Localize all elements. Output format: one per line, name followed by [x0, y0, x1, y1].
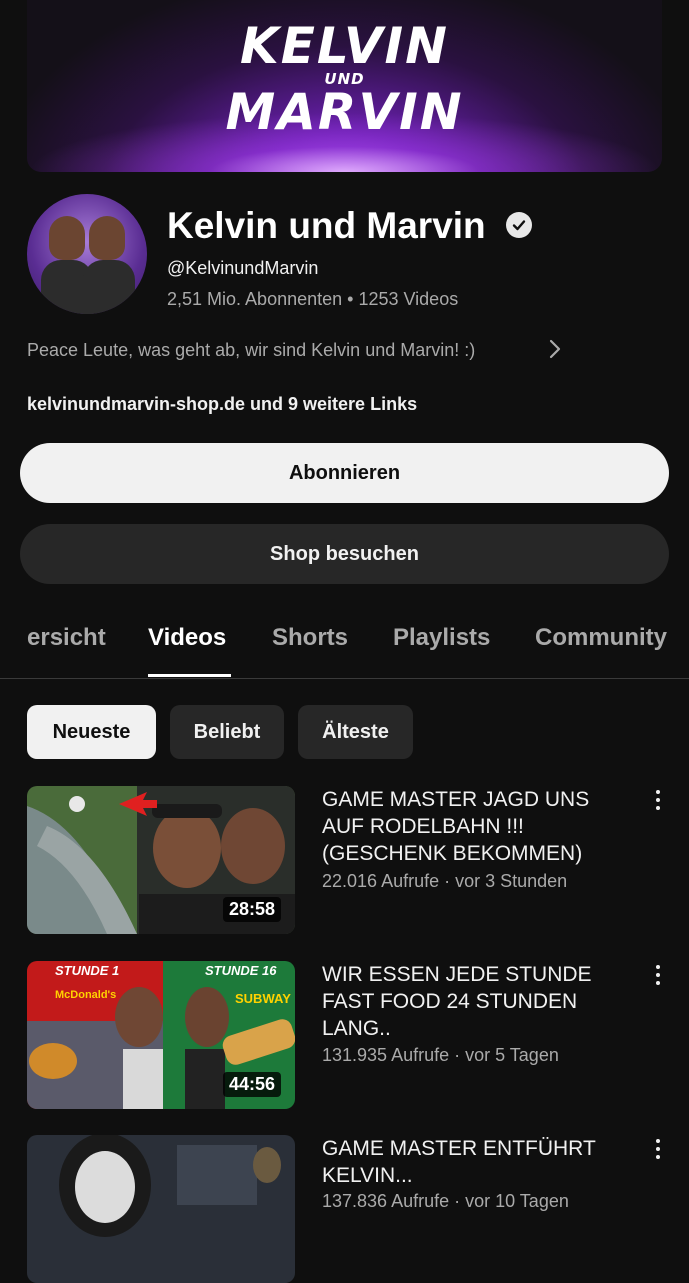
tab-overview[interactable]: ersicht	[27, 624, 106, 652]
video-meta: 137.836 Aufrufe · vor 10 Tagen	[322, 1191, 569, 1211]
video-item[interactable]: 28:58 GAME MASTER JAGD UNS AUF RODELBAHN…	[27, 786, 667, 936]
video-title[interactable]: GAME MASTER JAGD UNS AUF RODELBAHN !!! (…	[322, 786, 622, 867]
video-meta: 22.016 Aufrufe · vor 3 Stunden	[322, 871, 568, 891]
channel-tabs: ersicht Videos Shorts Playlists Communit…	[0, 600, 689, 679]
verified-badge-icon	[506, 212, 532, 238]
banner-logo: KELVIN UND MARVIN	[27, 17, 662, 141]
video-duration: 44:56	[222, 1072, 281, 1097]
more-vert-icon[interactable]	[651, 1139, 665, 1161]
thumb-label-left: STUNDE 1	[55, 963, 120, 978]
video-thumbnail[interactable]	[27, 1135, 295, 1283]
thumb-label-right: STUNDE 16	[205, 963, 277, 978]
tab-videos[interactable]: Videos	[148, 624, 226, 652]
active-tab-indicator	[148, 674, 231, 677]
banner-logo-line3: MARVIN	[225, 83, 464, 141]
channel-stats: 2,51 Mio. Abonnenten • 1253 Videos	[167, 289, 459, 309]
channel-description[interactable]: Peace Leute, was geht ab, wir sind Kelvi…	[27, 340, 475, 361]
avatar-person-right-head	[89, 216, 125, 260]
banner-logo-line1: KELVIN	[239, 17, 450, 75]
shop-button[interactable]: Shop besuchen	[20, 524, 669, 584]
more-vert-icon[interactable]	[651, 965, 665, 987]
channel-links[interactable]: kelvinundmarvin-shop.de und 9 weitere Li…	[27, 394, 417, 415]
subscribe-button[interactable]: Abonnieren	[20, 443, 669, 503]
channel-title: Kelvin und Marvin	[167, 205, 486, 246]
video-thumbnail[interactable]: 28:58	[27, 786, 295, 934]
video-item[interactable]: STUNDE 1 STUNDE 16 McDonald's SUBWAY 44:…	[27, 961, 667, 1111]
video-title[interactable]: WIR ESSEN JEDE STUNDE FAST FOOD 24 STUND…	[322, 961, 622, 1042]
channel-handle: @KelvinundMarvin	[167, 258, 319, 278]
thumb-brand-right: SUBWAY	[235, 991, 291, 1006]
chip-oldest[interactable]: Älteste	[298, 705, 413, 759]
tab-community[interactable]: Community	[535, 624, 667, 652]
video-title[interactable]: GAME MASTER ENTFÜHRT KELVIN...	[322, 1135, 622, 1189]
tab-playlists[interactable]: Playlists	[393, 624, 490, 652]
more-vert-icon[interactable]	[651, 790, 665, 812]
thumb-brand-left: McDonald's	[55, 989, 117, 1001]
thumbnail-image	[27, 1135, 295, 1283]
channel-avatar[interactable]	[27, 194, 147, 314]
chip-popular[interactable]: Beliebt	[170, 705, 284, 759]
chevron-right-icon[interactable]	[545, 337, 565, 366]
video-meta: 131.935 Aufrufe · vor 5 Tagen	[322, 1045, 559, 1065]
video-thumbnail[interactable]: STUNDE 1 STUNDE 16 McDonald's SUBWAY 44:…	[27, 961, 295, 1109]
avatar-person-left-head	[49, 216, 85, 260]
avatar-person-right-body	[83, 260, 135, 314]
channel-banner: KELVIN UND MARVIN	[27, 0, 662, 172]
tab-shorts[interactable]: Shorts	[272, 624, 348, 652]
chip-newest[interactable]: Neueste	[27, 705, 156, 759]
video-duration: 28:58	[222, 897, 281, 922]
video-item[interactable]: GAME MASTER ENTFÜHRT KELVIN... 137.836 A…	[27, 1135, 667, 1283]
